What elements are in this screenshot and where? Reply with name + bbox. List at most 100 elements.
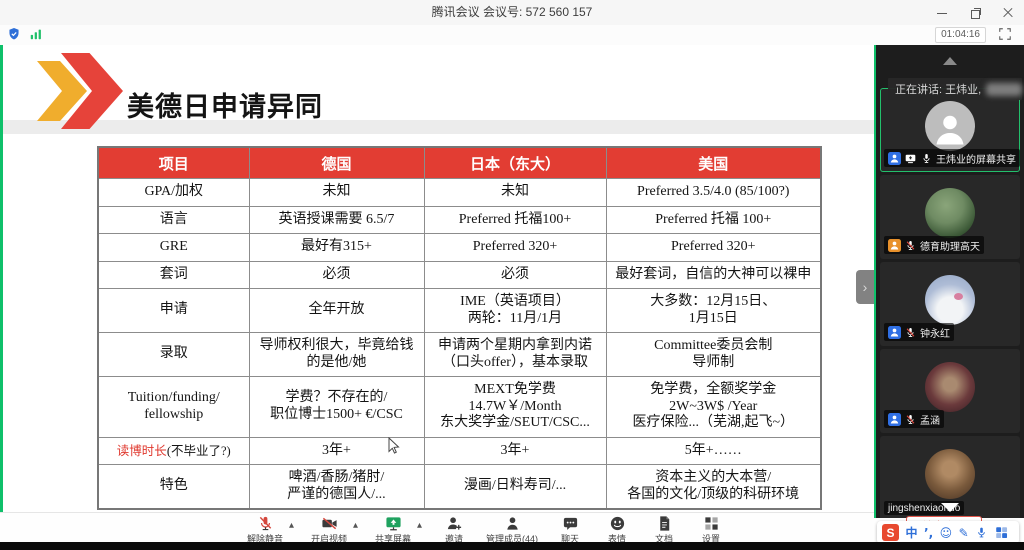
- mic-muted-red-icon: [257, 515, 274, 532]
- table-cell: 学费？不存在的/ 职位博士1500+ €/CSC: [249, 377, 424, 438]
- toolbar-items: 解除静音 ▲ 开启视频 ▲ 共享屏幕 ▲ 邀请管理成员(44) 聊天表情文档设置: [247, 515, 726, 545]
- table-cell: Preferred 320+: [606, 234, 821, 262]
- table-row: 读博时长(不毕业了?)3年+3年+5年+……: [98, 437, 821, 465]
- ime-punctuation-icon[interactable]: ’,: [924, 527, 933, 539]
- shared-screen-region: 美德日申请异同 项目德国日本（东大）美国 GPA/加权未知未知Preferred…: [0, 45, 874, 513]
- settings-icon: [703, 515, 720, 532]
- expand-arrow-icon[interactable]: ▲: [417, 521, 422, 529]
- screen-share-green-icon: [385, 515, 402, 532]
- table-header-row: 项目德国日本（东大）美国: [98, 147, 821, 179]
- table-cell: Preferred 托福 100+: [606, 206, 821, 234]
- table-cell: 5年+……: [606, 437, 821, 465]
- table-row: 申请全年开放IME（英语项目） 两轮：11月/1月大多数：12月15日、 1月1…: [98, 289, 821, 333]
- shield-icon: [7, 27, 21, 41]
- row-label: 特色: [98, 465, 249, 510]
- participant-nameplate: 王炜业的屏幕共享: [884, 149, 1020, 167]
- avatar: [925, 362, 975, 412]
- table-cell: MEXT免学费 14.7W￥/Month 东大奖学金/SEUT/CSC...: [424, 377, 606, 438]
- participant-name: 孟涵: [920, 412, 940, 427]
- table-row: 语言英语授课需要 6.5/7Preferred 托福100+Preferred …: [98, 206, 821, 234]
- participant-name: 王炜业的屏幕共享: [936, 151, 1016, 166]
- table-cell: 免学费，全额奖学金 2W~3W$ /Year 医疗保险...（芜湖,起飞~）: [606, 377, 821, 438]
- restore-icon[interactable]: [969, 7, 981, 19]
- participant-name: 钟永红: [920, 325, 950, 340]
- table-cell: 申请两个星期内拿到内诺 （口头offer），基本录取: [424, 333, 606, 377]
- toolbar-members-button[interactable]: 管理成员(44): [486, 515, 538, 545]
- ime-toolbar: S 中 ’, ☺ ✎: [877, 521, 1019, 544]
- slide-title: 美德日申请异同: [127, 85, 323, 124]
- fullscreen-icon[interactable]: [998, 27, 1012, 41]
- ime-smiley-icon[interactable]: ☺: [940, 527, 953, 539]
- row-label: Tuition/funding/ fellowship: [98, 377, 249, 438]
- toolbar-emoji-button[interactable]: 表情: [602, 515, 632, 545]
- toolbar-chat-button[interactable]: 聊天: [555, 515, 585, 545]
- row-label: GPA/加权: [98, 179, 249, 207]
- table-cell: Preferred 托福100+: [424, 206, 606, 234]
- window-title: 腾讯会议 会议号: 572 560 157: [0, 0, 1024, 25]
- toolbar-invite-button[interactable]: 邀请: [439, 515, 469, 545]
- table-cell: 最好套词，自信的大神可以裸申: [606, 261, 821, 289]
- participant-list: 王炜业的屏幕共享德育助理高天钟永红孟涵jingshenxiaohuo: [880, 88, 1020, 518]
- mic-muted-icon: [904, 326, 917, 339]
- participant-tile[interactable]: 德育助理高天: [880, 175, 1020, 259]
- participant-tile[interactable]: 孟涵: [880, 349, 1020, 433]
- column-header: 日本（东大）: [424, 147, 606, 179]
- avatar: [925, 188, 975, 238]
- toolbar-camera-button[interactable]: 开启视频: [311, 515, 347, 545]
- expand-arrow-icon[interactable]: ▲: [353, 521, 358, 529]
- participants-sidebar: 正在讲话: 王炜业, 王炜业的屏幕共享德育助理高天钟永红孟涵jingshenxi…: [874, 45, 1024, 518]
- toolbar-docs-button[interactable]: 文档: [649, 515, 679, 545]
- table-row: 特色啤酒/香肠/猪肘/ 严谨的德国人/...漫画/日料寿司/...资本主义的大本…: [98, 465, 821, 510]
- camera-off-icon: [321, 515, 338, 532]
- minimize-icon[interactable]: [936, 7, 948, 19]
- screen-edge: [0, 542, 1024, 550]
- speaking-tooltip-text: 正在讲话: 王炜业,: [895, 81, 981, 97]
- doc-icon: [656, 515, 673, 532]
- ime-mic-icon[interactable]: [975, 526, 988, 539]
- table-cell: 全年开放: [249, 289, 424, 333]
- ime-keyboard-icon[interactable]: [995, 526, 1008, 539]
- sogou-logo-icon[interactable]: S: [882, 524, 899, 541]
- slide-divider: [3, 120, 874, 134]
- avatar: [925, 449, 975, 499]
- table-cell: 啤酒/香肠/猪肘/ 严谨的德国人/...: [249, 465, 424, 510]
- participant-tile[interactable]: 钟永红: [880, 262, 1020, 346]
- slide-logo-chevrons-icon: [25, 51, 125, 129]
- table-cell: 导师权利很大，毕竟给钱 的是他/她: [249, 333, 424, 377]
- table-cell: 必须: [424, 261, 606, 289]
- ime-icons: 中 ’, ☺ ✎: [906, 526, 1008, 539]
- table-cell: 资本主义的大本营/ 各国的文化/顶级的科研环境: [606, 465, 821, 510]
- invite-icon: [446, 515, 463, 532]
- row-label: 申请: [98, 289, 249, 333]
- expand-arrow-icon[interactable]: ▲: [289, 521, 294, 529]
- toolbar-settings-button[interactable]: 设置: [696, 515, 726, 545]
- table-cell: Committee委员会制 导师制: [606, 333, 821, 377]
- ime-chinese-mode-icon[interactable]: 中: [906, 527, 918, 539]
- avatar: [925, 275, 975, 325]
- table-cell: 漫画/日料寿司/...: [424, 465, 606, 510]
- column-header: 德国: [249, 147, 424, 179]
- window-controls: [936, 0, 1014, 25]
- sidebar-collapse-handle[interactable]: ›: [856, 270, 874, 304]
- table-cell: 3年+: [424, 437, 606, 465]
- members-icon: [504, 515, 521, 532]
- network-signal-icon: [29, 27, 43, 41]
- ime-pen-icon[interactable]: ✎: [959, 527, 969, 539]
- scroll-up-arrow-icon[interactable]: [943, 57, 957, 65]
- row-label: 套词: [98, 261, 249, 289]
- table-body: GPA/加权未知未知Preferred 3.5/4.0 (85/100?)语言英…: [98, 179, 821, 510]
- table-cell: Preferred 320+: [424, 234, 606, 262]
- scroll-down-arrow-icon[interactable]: [941, 503, 959, 512]
- comparison-table: 项目德国日本（东大）美国 GPA/加权未知未知Preferred 3.5/4.0…: [97, 146, 822, 510]
- chevron-right-icon: ›: [863, 279, 868, 295]
- participant-tile[interactable]: 王炜业的屏幕共享: [880, 88, 1020, 172]
- toolbar-share-screen-button[interactable]: 共享屏幕: [375, 515, 411, 545]
- table-cell: Preferred 3.5/4.0 (85/100?): [606, 179, 821, 207]
- close-icon[interactable]: [1002, 7, 1014, 19]
- table-row: 套词必须必须最好套词，自信的大神可以裸申: [98, 261, 821, 289]
- chat-icon: [562, 515, 579, 532]
- emoji-icon: [609, 515, 626, 532]
- toolbar-unmute-button[interactable]: 解除静音: [247, 515, 283, 545]
- member-icon: [888, 413, 901, 426]
- participant-nameplate: 孟涵: [884, 410, 944, 428]
